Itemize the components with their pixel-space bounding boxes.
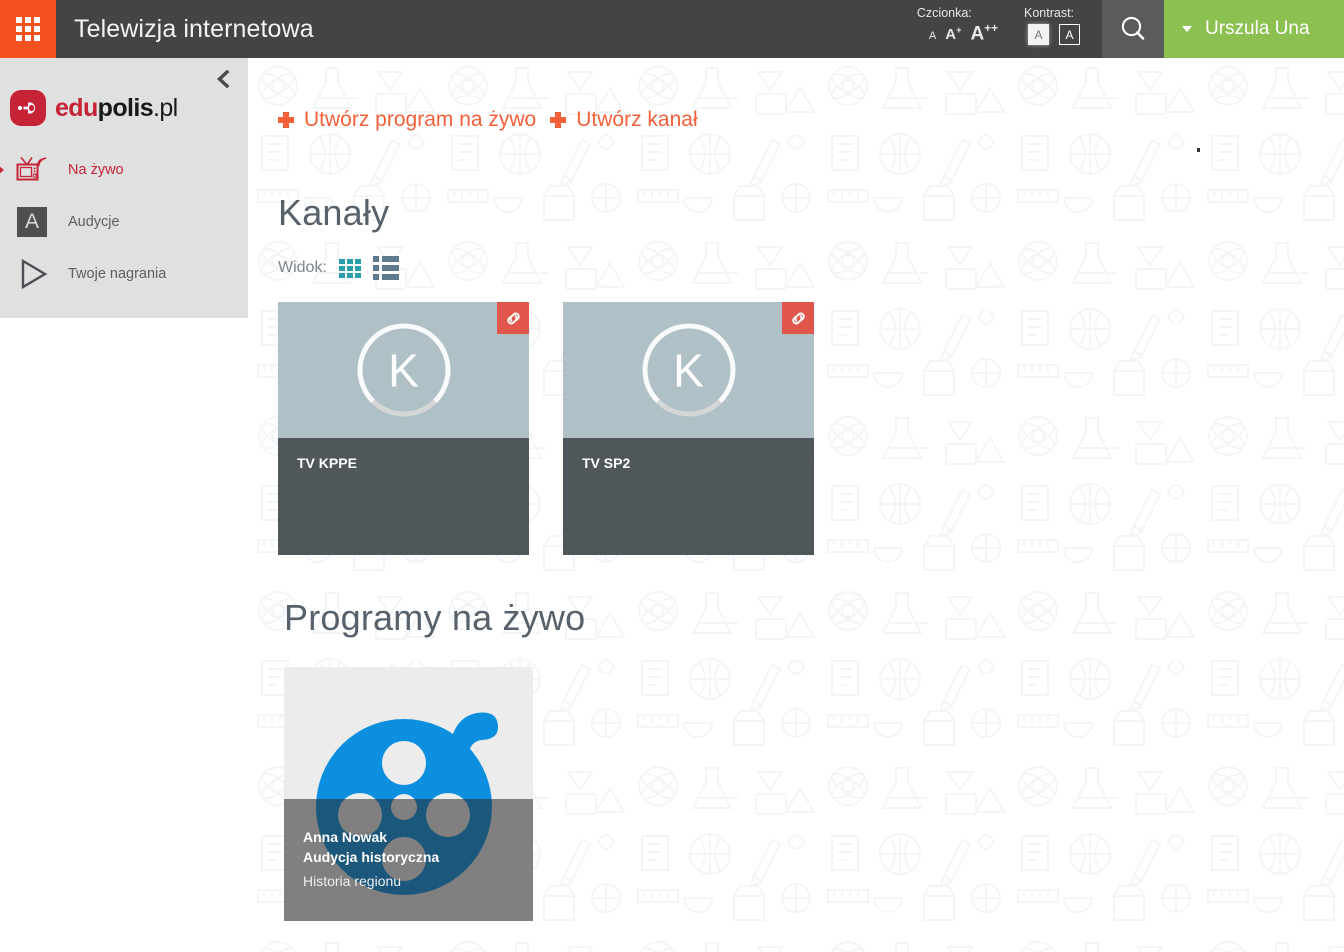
channel-card-thumbnail: K <box>278 302 529 438</box>
link-icon <box>791 312 805 324</box>
font-size-large-button[interactable]: A++ <box>971 23 998 44</box>
channels-heading: Kanały <box>278 192 390 233</box>
logo-edu: edu <box>55 93 98 122</box>
user-menu-button[interactable]: Urszula Una <box>1164 0 1344 58</box>
create-channel-link[interactable]: Utwórz kanał <box>550 108 698 132</box>
main-content: Utwórz program na żywo Utwórz kanał Kana… <box>248 58 1344 952</box>
logo-wordmark: edupolis.pl <box>55 94 178 123</box>
channel-card-body: TV KPPE <box>278 438 529 471</box>
chevron-down-icon <box>1182 26 1192 32</box>
sidebar-item-audycje[interactable]: A Audycje <box>0 196 248 248</box>
sidebar-item-na-zywo[interactable]: Na żywo <box>0 144 248 196</box>
channel-link-badge[interactable] <box>497 302 529 334</box>
program-card-list: Anna Nowak Audycja historyczna Historia … <box>278 667 1344 921</box>
view-label: Widok: <box>278 259 327 276</box>
logo-tld: .pl <box>153 93 178 122</box>
sidebar-item-label: Twoje nagrania <box>68 266 167 282</box>
contrast-light-button[interactable]: A <box>1028 24 1049 45</box>
avatar: K <box>357 323 450 417</box>
sidebar-nav: Na żywo A Audycje Twoje nagrania <box>0 144 248 300</box>
channel-title: TV KPPE <box>297 455 357 471</box>
program-name: Audycja historyczna <box>303 849 440 865</box>
logo-glyph-icon <box>17 102 36 114</box>
channel-card[interactable]: K TV SP2 <box>563 302 814 555</box>
apps-menu-button[interactable] <box>0 0 56 58</box>
sidebar-collapse-button[interactable] <box>212 68 234 90</box>
create-live-program-label: Utwórz program na żywo <box>304 108 537 131</box>
apps-grid-icon <box>16 17 40 41</box>
font-size-label: Czcionka: <box>916 6 972 20</box>
avatar-shadow <box>642 324 735 417</box>
channel-card[interactable]: K TV KPPE <box>278 302 529 555</box>
list-view-icon <box>372 256 399 280</box>
create-live-program-link[interactable]: Utwórz program na żywo <box>278 108 536 132</box>
programs-heading: Programy na żywo <box>284 597 586 638</box>
program-card-overlay: Anna Nowak Audycja historyczna Historia … <box>284 799 533 921</box>
program-author: Anna Nowak <box>303 829 388 845</box>
site-logo[interactable]: edupolis.pl <box>0 58 248 126</box>
chevron-left-icon <box>217 70 230 88</box>
page-title: Telewizja internetowa <box>74 15 314 43</box>
font-size-options: A A+ A++ <box>917 23 998 44</box>
channel-card-thumbnail: K <box>563 302 814 438</box>
create-channel-label: Utwórz kanał <box>576 108 698 131</box>
list-view-button[interactable] <box>372 256 399 280</box>
sidebar-item-label: Audycje <box>68 214 120 230</box>
font-size-small-button[interactable]: A <box>929 31 936 42</box>
content-area: Utwórz program na żywo Utwórz kanał Kana… <box>248 58 1344 921</box>
grid-view-icon <box>338 258 361 278</box>
play-triangle-icon <box>10 257 54 291</box>
program-card[interactable]: Anna Nowak Audycja historyczna Historia … <box>284 667 533 921</box>
avatar: K <box>642 323 735 417</box>
page-dot-artifact <box>1197 148 1200 152</box>
search-button[interactable] <box>1102 0 1164 58</box>
view-switcher: Widok: <box>278 256 1344 280</box>
program-subtitle: Historia regionu <box>303 873 402 889</box>
contrast-label: Kontrast: <box>1024 6 1075 20</box>
accessibility-controls: Czcionka: A A+ A++ Kontrast: A A <box>917 0 1102 58</box>
plus-icon <box>278 112 294 128</box>
contrast-control: Kontrast: A A <box>1024 6 1080 45</box>
contrast-dark-button[interactable]: A <box>1059 24 1080 45</box>
tv-live-icon <box>10 155 54 185</box>
sidebar-item-label: Na żywo <box>68 162 124 178</box>
edupolis-logo-mark <box>10 90 46 126</box>
sidebar: edupolis.pl Na żywo A Audycje Twoje nagr… <box>0 58 248 318</box>
channel-card-body: TV SP2 <box>563 438 814 471</box>
avatar-shadow <box>357 324 450 417</box>
font-size-medium-button[interactable]: A+ <box>945 26 961 43</box>
contrast-options: A A <box>1024 24 1080 45</box>
action-links: Utwórz program na żywo Utwórz kanał <box>278 108 1344 132</box>
channel-card-list: K TV KPPE K TV SP2 <box>278 302 1344 555</box>
top-bar: Telewizja internetowa Czcionka: A A+ A++… <box>0 0 1344 58</box>
letter-a-icon: A <box>10 207 54 237</box>
user-name-label: Urszula Una <box>1205 18 1310 39</box>
search-icon <box>1121 16 1145 40</box>
sidebar-item-twoje-nagrania[interactable]: Twoje nagrania <box>0 248 248 300</box>
font-size-control: Czcionka: A A+ A++ <box>917 6 998 43</box>
channel-link-badge[interactable] <box>782 302 814 334</box>
plus-icon <box>550 112 567 128</box>
logo-polis: polis <box>97 93 154 122</box>
channel-title: TV SP2 <box>582 455 631 471</box>
grid-view-button[interactable] <box>338 258 361 278</box>
link-icon <box>506 312 520 324</box>
